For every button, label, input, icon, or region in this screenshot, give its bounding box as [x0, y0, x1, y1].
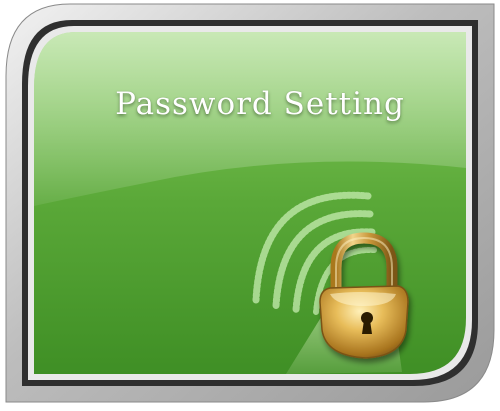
card-artwork — [5, 3, 495, 403]
password-setting-card[interactable]: Password Setting — [0, 0, 500, 411]
card-title: Password Setting — [115, 86, 405, 122]
